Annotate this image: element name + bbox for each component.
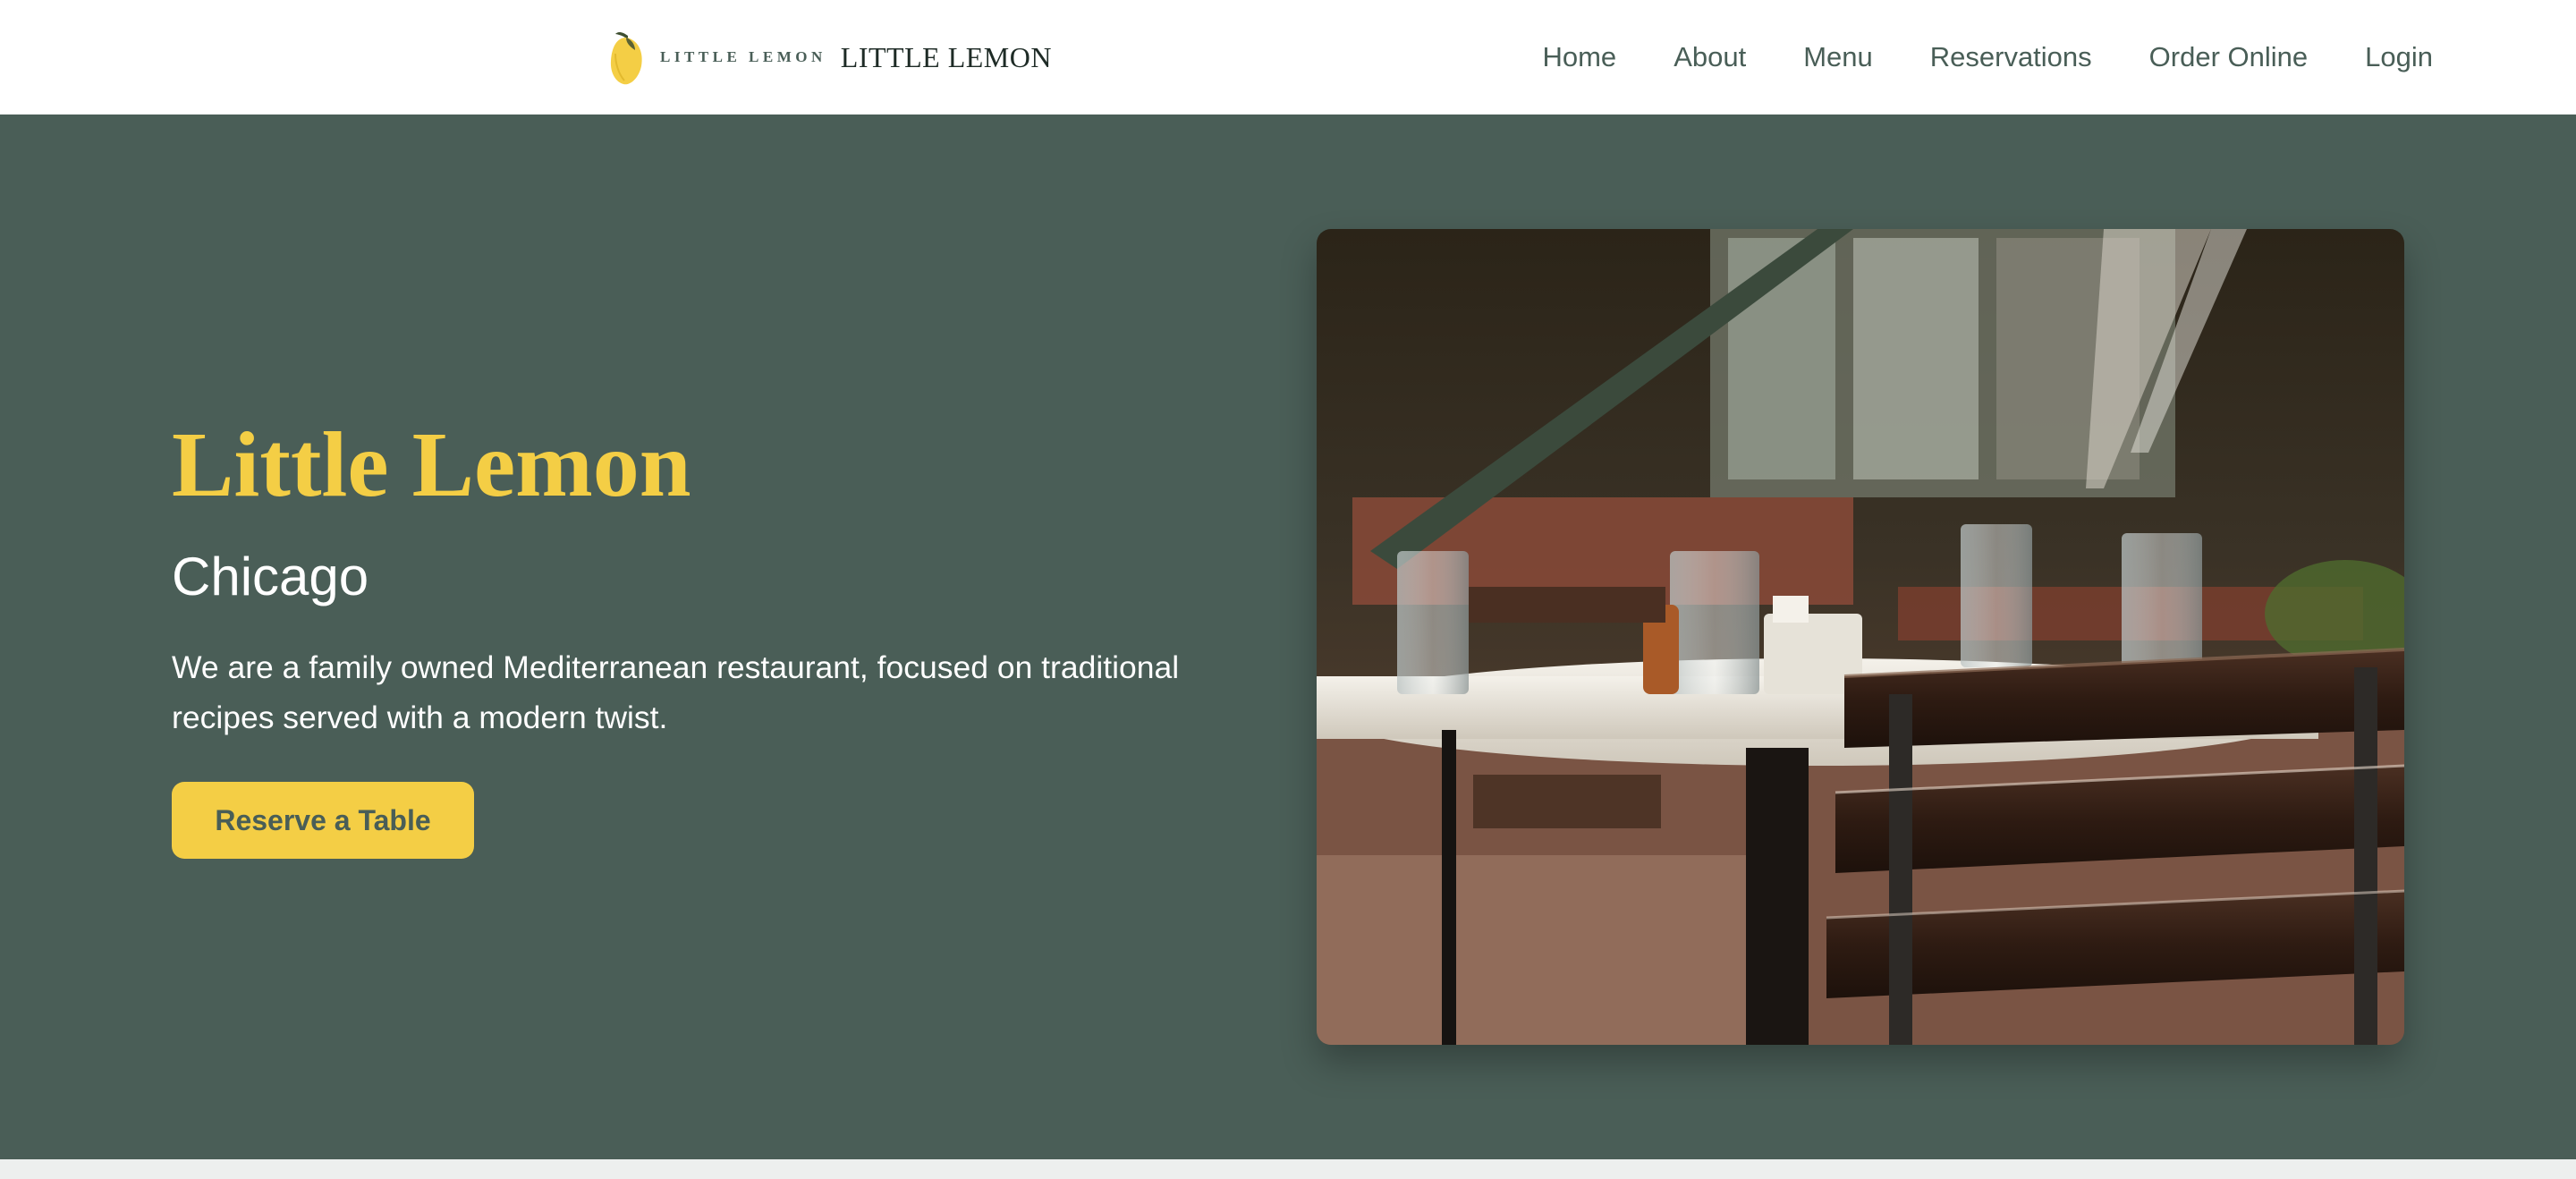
logo-wordmark-small: LITTLE LEMON <box>660 48 826 65</box>
lemon-icon <box>608 27 646 88</box>
logo-wordmark: LITTLE LEMON <box>840 40 1052 73</box>
page-bottom-strip <box>0 1159 2576 1179</box>
nav-about[interactable]: About <box>1674 41 1746 73</box>
nav-reservations[interactable]: Reservations <box>1930 41 2092 73</box>
reserve-table-button[interactable]: Reserve a Table <box>172 782 474 859</box>
hero-description: We are a family owned Mediterranean rest… <box>172 649 1180 735</box>
nav-login[interactable]: Login <box>2365 41 2433 73</box>
logo[interactable]: LITTLE LEMON LITTLE LEMON <box>608 27 1052 88</box>
nav-home[interactable]: Home <box>1542 41 1616 73</box>
site-header: LITTLE LEMON LITTLE LEMON Home About Men… <box>0 0 2576 115</box>
hero-photo <box>1317 229 2404 1045</box>
nav-order-online[interactable]: Order Online <box>2149 41 2308 73</box>
main-nav: Home About Menu Reservations Order Onlin… <box>1542 0 2433 115</box>
nav-menu[interactable]: Menu <box>1803 41 1873 73</box>
hero-section: Little Lemon Chicago We are a family own… <box>0 115 2576 1159</box>
hero-subtitle: Chicago <box>172 547 369 606</box>
hero-title: Little Lemon <box>172 413 691 516</box>
